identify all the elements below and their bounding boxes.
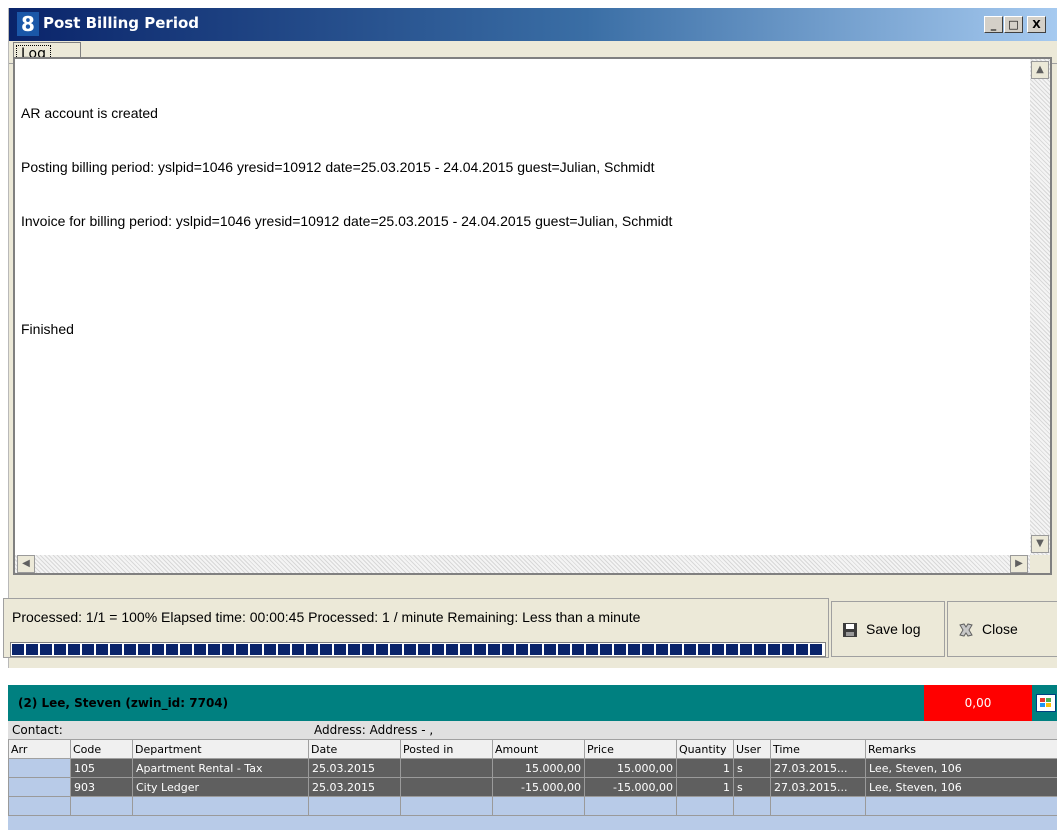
column-header[interactable]: Posted in <box>400 739 493 759</box>
column-header[interactable]: Price <box>584 739 677 759</box>
status-text: Processed: 1/1 = 100% Elapsed time: 00:0… <box>12 609 641 625</box>
title-bar[interactable]: 8 Post Billing Period _ □ X <box>9 8 1057 41</box>
progress-fill <box>12 644 824 655</box>
column-header[interactable]: Quantity <box>676 739 734 759</box>
amount-cell: -15.000,00 <box>492 777 585 797</box>
balance-badge: 0,00 <box>924 685 1032 721</box>
maximize-button[interactable]: □ <box>1004 16 1023 33</box>
scroll-right-icon[interactable]: ▶ <box>1010 555 1028 573</box>
close-label: Close <box>982 621 1018 637</box>
close-button[interactable]: Close <box>947 601 1057 657</box>
log-line: Finished <box>21 321 74 337</box>
arr-cell <box>8 758 71 778</box>
log-line: Posting billing period: yslpid=1046 yres… <box>21 159 655 175</box>
close-icon <box>959 623 973 637</box>
account-header: (2) Lee, Steven (zwin_id: 7704) 0,00 <box>8 685 1057 721</box>
column-header[interactable]: Time <box>770 739 866 759</box>
log-text-area[interactable]: AR account is created Posting billing pe… <box>13 57 1052 575</box>
postings-table: Arr Code Department Date Posted in Amoun… <box>8 739 1057 816</box>
save-icon <box>843 623 857 637</box>
scroll-up-icon[interactable]: ▲ <box>1031 61 1049 79</box>
arr-cell <box>8 777 71 797</box>
table-row[interactable]: 903 City Ledger 25.03.2015 -15.000,00 -1… <box>8 777 1057 797</box>
user-cell: s <box>733 777 771 797</box>
column-header[interactable]: Department <box>132 739 309 759</box>
price-cell: 15.000,00 <box>584 758 677 778</box>
quantity-cell: 1 <box>676 758 734 778</box>
code-cell: 105 <box>70 758 133 778</box>
windows-logo-icon[interactable] <box>1036 694 1056 712</box>
vertical-scrollbar[interactable]: ▲ ▼ <box>1030 59 1050 555</box>
table-header: Arr Code Department Date Posted in Amoun… <box>8 739 1057 759</box>
table-row[interactable]: 105 Apartment Rental - Tax 25.03.2015 15… <box>8 758 1057 778</box>
account-name: (2) Lee, Steven (zwin_id: 7704) <box>18 696 229 710</box>
scroll-down-icon[interactable]: ▼ <box>1031 535 1049 553</box>
contact-row: Contact: Address: Address - , <box>8 721 1057 739</box>
contact-label: Contact: <box>12 723 63 737</box>
department-cell: Apartment Rental - Tax <box>132 758 309 778</box>
close-window-button[interactable]: X <box>1027 16 1046 33</box>
amount-cell: 15.000,00 <box>492 758 585 778</box>
save-log-label: Save log <box>866 621 921 637</box>
date-cell: 25.03.2015 <box>308 777 401 797</box>
column-header[interactable]: Code <box>70 739 133 759</box>
scroll-corner <box>1030 555 1050 573</box>
progress-bar <box>10 642 826 657</box>
remarks-cell: Lee, Steven, 106 <box>865 758 1057 778</box>
column-header[interactable]: Arr <box>8 739 71 759</box>
app-logo-icon: 8 <box>17 12 39 36</box>
address-label: Address: Address - , <box>314 723 434 737</box>
log-line: Invoice for billing period: yslpid=1046 … <box>21 213 673 229</box>
date-cell: 25.03.2015 <box>308 758 401 778</box>
column-header[interactable]: User <box>733 739 771 759</box>
scroll-left-icon[interactable]: ◀ <box>17 555 35 573</box>
price-cell: -15.000,00 <box>584 777 677 797</box>
user-cell: s <box>733 758 771 778</box>
horizontal-scrollbar[interactable]: ◀ ▶ <box>15 555 1030 573</box>
log-content: AR account is created Posting billing pe… <box>21 68 672 374</box>
time-cell: 27.03.2015... <box>770 777 866 797</box>
remarks-cell: Lee, Steven, 106 <box>865 777 1057 797</box>
time-cell: 27.03.2015... <box>770 758 866 778</box>
status-panel: Processed: 1/1 = 100% Elapsed time: 00:0… <box>3 598 829 658</box>
posted-in-cell <box>400 758 493 778</box>
window-title: Post Billing Period <box>43 14 200 32</box>
department-cell: City Ledger <box>132 777 309 797</box>
table-row[interactable] <box>8 796 1057 816</box>
log-line: AR account is created <box>21 105 158 121</box>
column-header[interactable]: Amount <box>492 739 585 759</box>
column-header[interactable]: Date <box>308 739 401 759</box>
minimize-button[interactable]: _ <box>984 16 1003 33</box>
posted-in-cell <box>400 777 493 797</box>
column-header[interactable]: Remarks <box>865 739 1057 759</box>
save-log-button[interactable]: Save log <box>831 601 945 657</box>
code-cell: 903 <box>70 777 133 797</box>
account-panel: (2) Lee, Steven (zwin_id: 7704) 0,00 Con… <box>8 685 1057 830</box>
quantity-cell: 1 <box>676 777 734 797</box>
post-billing-window: 8 Post Billing Period _ □ X Log AR accou… <box>3 8 1057 668</box>
